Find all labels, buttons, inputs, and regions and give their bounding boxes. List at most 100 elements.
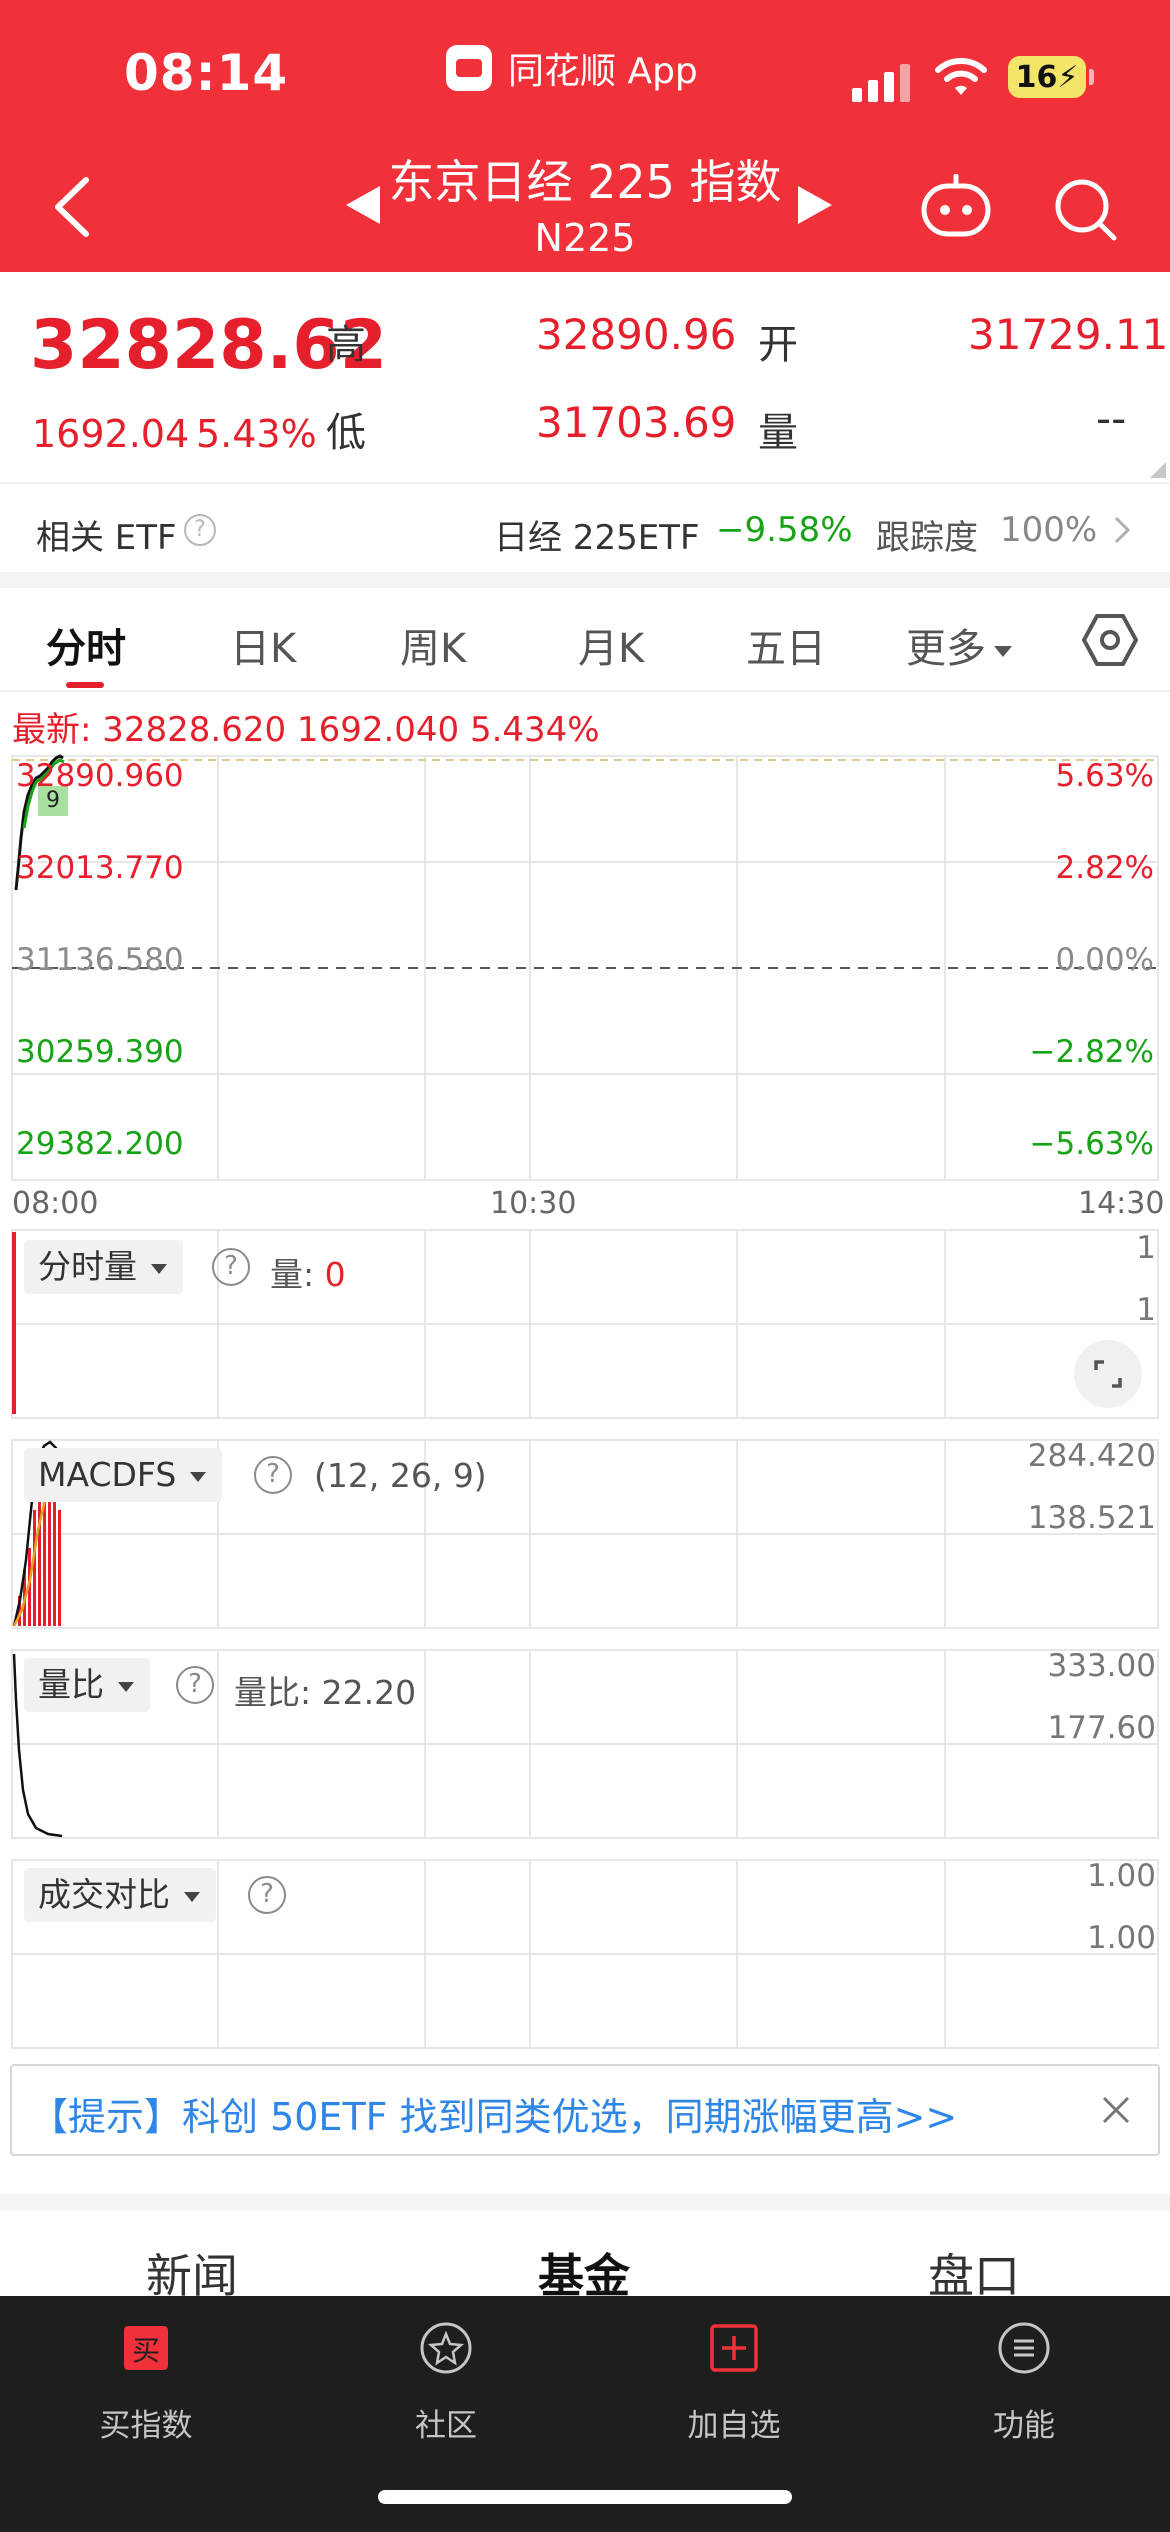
volume-indicator-selector[interactable]: 分时量	[24, 1240, 183, 1294]
help-icon[interactable]: ?	[248, 1876, 286, 1914]
ratio-indicator-selector[interactable]: 量比	[24, 1658, 150, 1712]
wifi-icon	[935, 58, 987, 95]
chevron-right-icon	[1114, 516, 1131, 544]
volume-value: --	[1096, 394, 1127, 443]
quote-panel: 32828.62 1692.04 5.43% 高 32890.96 开 3172…	[0, 272, 1170, 482]
low-value: 31703.69	[536, 398, 737, 447]
previous-index-icon[interactable]	[346, 186, 380, 224]
volume-ratio-readout: 量比: 22.20	[234, 1673, 417, 1712]
close-icon[interactable]	[1098, 2092, 1134, 2128]
y-right-label-4: −2.82%	[1029, 1034, 1154, 1070]
ratio-axis-top: 333.00	[1047, 1648, 1156, 1684]
tab-daily-k[interactable]: 日K	[230, 616, 296, 674]
macd-histogram	[18, 1484, 61, 1626]
assistant-robot-icon[interactable]	[918, 174, 994, 240]
app-logo-icon	[446, 45, 492, 91]
back-arrow-icon[interactable]	[48, 174, 98, 240]
price-change-pct: 5.43%	[196, 412, 317, 456]
caret-down-icon	[994, 645, 1012, 657]
menu-icon	[998, 2322, 1050, 2374]
search-icon[interactable]	[1052, 176, 1118, 242]
tab-monthly-k[interactable]: 月K	[578, 616, 644, 674]
caret-down-icon	[118, 1681, 134, 1692]
home-indicator[interactable]	[378, 2490, 792, 2504]
y-left-label-3: 31136.580	[16, 942, 184, 978]
status-app-name: 同花顺 App	[508, 51, 698, 92]
y-left-label-5: 29382.200	[16, 1126, 184, 1162]
app-header: 08:14 同花顺 App 16 ⚡ 东京日经 225 指数 N225	[0, 0, 1170, 272]
nav-community[interactable]: 社区	[346, 2296, 546, 2476]
active-tab-indicator	[66, 682, 104, 688]
battery-tip	[1089, 69, 1094, 85]
caret-down-icon	[190, 1471, 207, 1482]
expand-corner-mark[interactable]	[1150, 462, 1166, 478]
time-label-start: 08:00	[12, 1186, 99, 1221]
promo-tip-banner[interactable]: 【提示】科创 50ETF 找到同类优选，同期涨幅更高>>	[10, 2064, 1160, 2156]
svg-text:买: 买	[132, 2334, 160, 2367]
volume-label: 量	[758, 410, 798, 456]
nav-add-watchlist[interactable]: 加自选	[634, 2296, 834, 2476]
status-app-indicator[interactable]: 同花顺 App	[446, 42, 698, 94]
page-title: 东京日经 225 指数	[388, 155, 782, 209]
related-etf-row[interactable]: 相关 ETF ? 日经 225ETF −9.58% 跟踪度 100%	[0, 482, 1170, 572]
related-etf-label: 相关 ETF	[36, 518, 177, 558]
open-label: 开	[758, 322, 798, 368]
caret-down-icon	[184, 1891, 200, 1902]
y-right-label-5: −5.63%	[1029, 1126, 1154, 1162]
add-watchlist-icon	[710, 2324, 758, 2372]
macd-axis-mid: 138.521	[1027, 1500, 1156, 1536]
section-divider	[0, 2194, 1170, 2210]
ratio-axis-mid: 177.60	[1047, 1710, 1156, 1746]
deal-axis-top: 1.00	[1086, 1858, 1156, 1894]
nav-label: 社区	[415, 2408, 477, 2444]
y-left-label-1: 32890.960	[16, 758, 184, 794]
y-right-label-3: 0.00%	[1055, 942, 1154, 978]
help-icon[interactable]: ?	[184, 514, 216, 546]
macd-indicator-selector[interactable]: MACDFS	[24, 1448, 223, 1502]
y-left-label-2: 32013.770	[16, 850, 184, 886]
nav-functions[interactable]: 功能	[924, 2296, 1124, 2476]
section-divider	[0, 572, 1170, 588]
tab-weekly-k[interactable]: 周K	[400, 616, 466, 674]
etf-change-pct: −9.58%	[716, 510, 853, 550]
tip-text[interactable]: 【提示】科创 50ETF 找到同类优选，同期涨幅更高>>	[30, 2086, 957, 2141]
battery-indicator: 16 ⚡	[1008, 56, 1086, 98]
tab-five-day[interactable]: 五日	[746, 616, 826, 674]
deal-indicator-selector[interactable]: 成交对比	[24, 1868, 216, 1922]
y-right-label-2: 2.82%	[1055, 850, 1154, 886]
community-icon	[420, 2322, 472, 2374]
y-left-label-4: 30259.390	[16, 1034, 184, 1070]
nav-label: 买指数	[99, 2408, 193, 2444]
next-index-icon[interactable]	[798, 186, 832, 224]
tracking-value: 100%	[1000, 510, 1098, 550]
chart-settings-icon[interactable]	[1082, 612, 1138, 668]
tab-more[interactable]: 更多	[906, 616, 1012, 674]
nav-label: 功能	[993, 2408, 1055, 2444]
high-label: 高	[326, 322, 366, 368]
low-label: 低	[326, 410, 366, 456]
chart-period-tabs: 分时 日K 周K 月K 五日 更多	[0, 588, 1170, 692]
latest-quote-line: 最新: 32828.620 1692.040 5.434%	[12, 710, 600, 750]
tracking-label: 跟踪度	[876, 518, 978, 558]
volume-readout: 量: 0	[270, 1255, 346, 1294]
price-change: 1692.04	[32, 412, 190, 456]
etf-name: 日经 225ETF	[494, 518, 700, 558]
caret-down-icon	[151, 1263, 167, 1274]
volume-axis-top: 1	[1136, 1230, 1156, 1266]
help-icon[interactable]: ?	[212, 1248, 250, 1286]
high-value: 32890.96	[536, 310, 737, 359]
nav-buy-index[interactable]: 买 买指数	[46, 2296, 246, 2476]
tab-intraday[interactable]: 分时	[46, 616, 126, 674]
time-label-end: 14:30	[1078, 1186, 1165, 1221]
nav-label: 加自选	[687, 2408, 781, 2444]
macd-axis-top: 284.420	[1027, 1438, 1156, 1474]
help-icon[interactable]: ?	[254, 1456, 292, 1494]
macd-params: (12, 26, 9)	[314, 1456, 487, 1495]
volume-axis-mid: 1	[1136, 1292, 1156, 1328]
time-label-mid: 10:30	[490, 1186, 577, 1221]
help-icon[interactable]: ?	[176, 1666, 214, 1704]
event-badge[interactable]: 9	[46, 788, 60, 813]
fullscreen-icon[interactable]	[1074, 1340, 1142, 1408]
cellular-signal-icon	[852, 64, 910, 102]
status-time: 08:14	[124, 44, 289, 102]
